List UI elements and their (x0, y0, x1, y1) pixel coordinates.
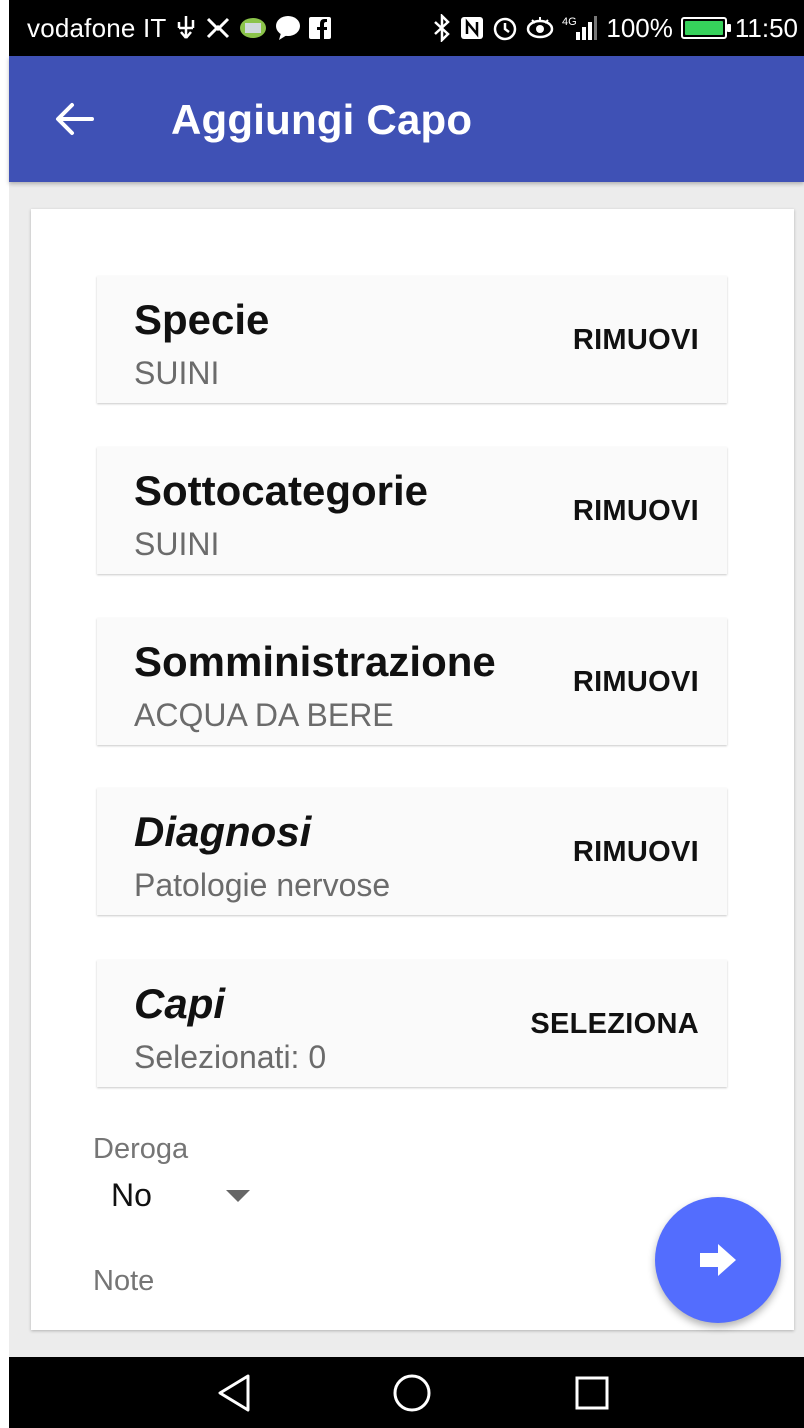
bluetooth-icon (432, 13, 452, 43)
arrow-back-icon (56, 103, 94, 135)
row-title: Capi (134, 980, 226, 1027)
facebook-icon (308, 13, 331, 43)
row-sottocategorie: Sottocategorie SUINI RIMUOVI (97, 447, 727, 574)
row-value: Selezionati: 0 (134, 1039, 327, 1075)
remove-sottocategorie-button[interactable]: RIMUOVI (573, 495, 699, 528)
row-diagnosi: Diagnosi Patologie nervose RIMUOVI (97, 788, 727, 915)
row-value: SUINI (134, 526, 220, 562)
back-triangle-icon (218, 1374, 250, 1412)
svg-text:4G: 4G (562, 16, 577, 28)
deroga-dropdown[interactable]: No (111, 1177, 250, 1214)
row-capi: Capi Selezionati: 0 SELEZIONA (97, 960, 727, 1087)
left-edge (0, 0, 9, 1428)
status-left: vodafone IT (27, 13, 331, 44)
deroga-label: Deroga (93, 1133, 189, 1165)
row-value: SUINI (134, 355, 220, 391)
app-icon (239, 13, 267, 43)
page-title: Aggiungi Capo (171, 96, 473, 143)
carrier-label: vodafone IT (27, 12, 167, 43)
status-right: 4G 100% 11:50 (432, 13, 798, 44)
dropdown-caret-icon (225, 1189, 250, 1202)
nav-back-button[interactable] (212, 1371, 256, 1415)
deroga-selected-value: No (111, 1177, 152, 1213)
row-title: Specie (134, 296, 270, 343)
form-card: Specie SUINI RIMUOVI Sottocategorie SUIN… (31, 209, 794, 1330)
row-value: Patologie nervose (134, 867, 391, 903)
row-value: ACQUA DA BERE (134, 697, 394, 733)
row-title: Somministrazione (134, 638, 496, 685)
signal-icon: 4G (562, 13, 598, 43)
remove-specie-button[interactable]: RIMUOVI (573, 324, 699, 357)
alarm-icon (492, 13, 518, 43)
note-label: Note (93, 1265, 155, 1297)
select-capi-button[interactable]: SELEZIONA (530, 1008, 699, 1041)
battery-icon (680, 17, 731, 39)
battery-percent: 100% (606, 12, 673, 43)
row-specie: Specie SUINI RIMUOVI (97, 276, 727, 403)
eye-icon (526, 13, 554, 43)
arrow-forward-icon (700, 1244, 736, 1276)
nav-recents-button[interactable] (570, 1371, 614, 1415)
status-bar: vodafone IT 4G 100% 11:50 (9, 0, 804, 56)
navigation-bar (9, 1357, 804, 1428)
app-bar: Aggiungi Capo (9, 56, 804, 182)
nfc-icon (460, 13, 484, 43)
usb-icon (175, 13, 197, 43)
nav-home-button[interactable] (390, 1371, 434, 1415)
home-circle-icon (393, 1374, 431, 1412)
row-title: Diagnosi (134, 808, 312, 855)
row-somministrazione: Somministrazione ACQUA DA BERE RIMUOVI (97, 618, 727, 745)
remove-somministrazione-button[interactable]: RIMUOVI (573, 666, 699, 699)
chat-icon (275, 13, 301, 43)
row-title: Sottocategorie (134, 467, 429, 514)
back-button[interactable] (49, 94, 99, 144)
battery-fill (684, 21, 723, 35)
notification-icon (205, 13, 231, 43)
remove-diagnosi-button[interactable]: RIMUOVI (573, 836, 699, 869)
next-fab-button[interactable] (655, 1197, 781, 1323)
recents-square-icon (575, 1376, 609, 1410)
clock: 11:50 (734, 12, 798, 43)
